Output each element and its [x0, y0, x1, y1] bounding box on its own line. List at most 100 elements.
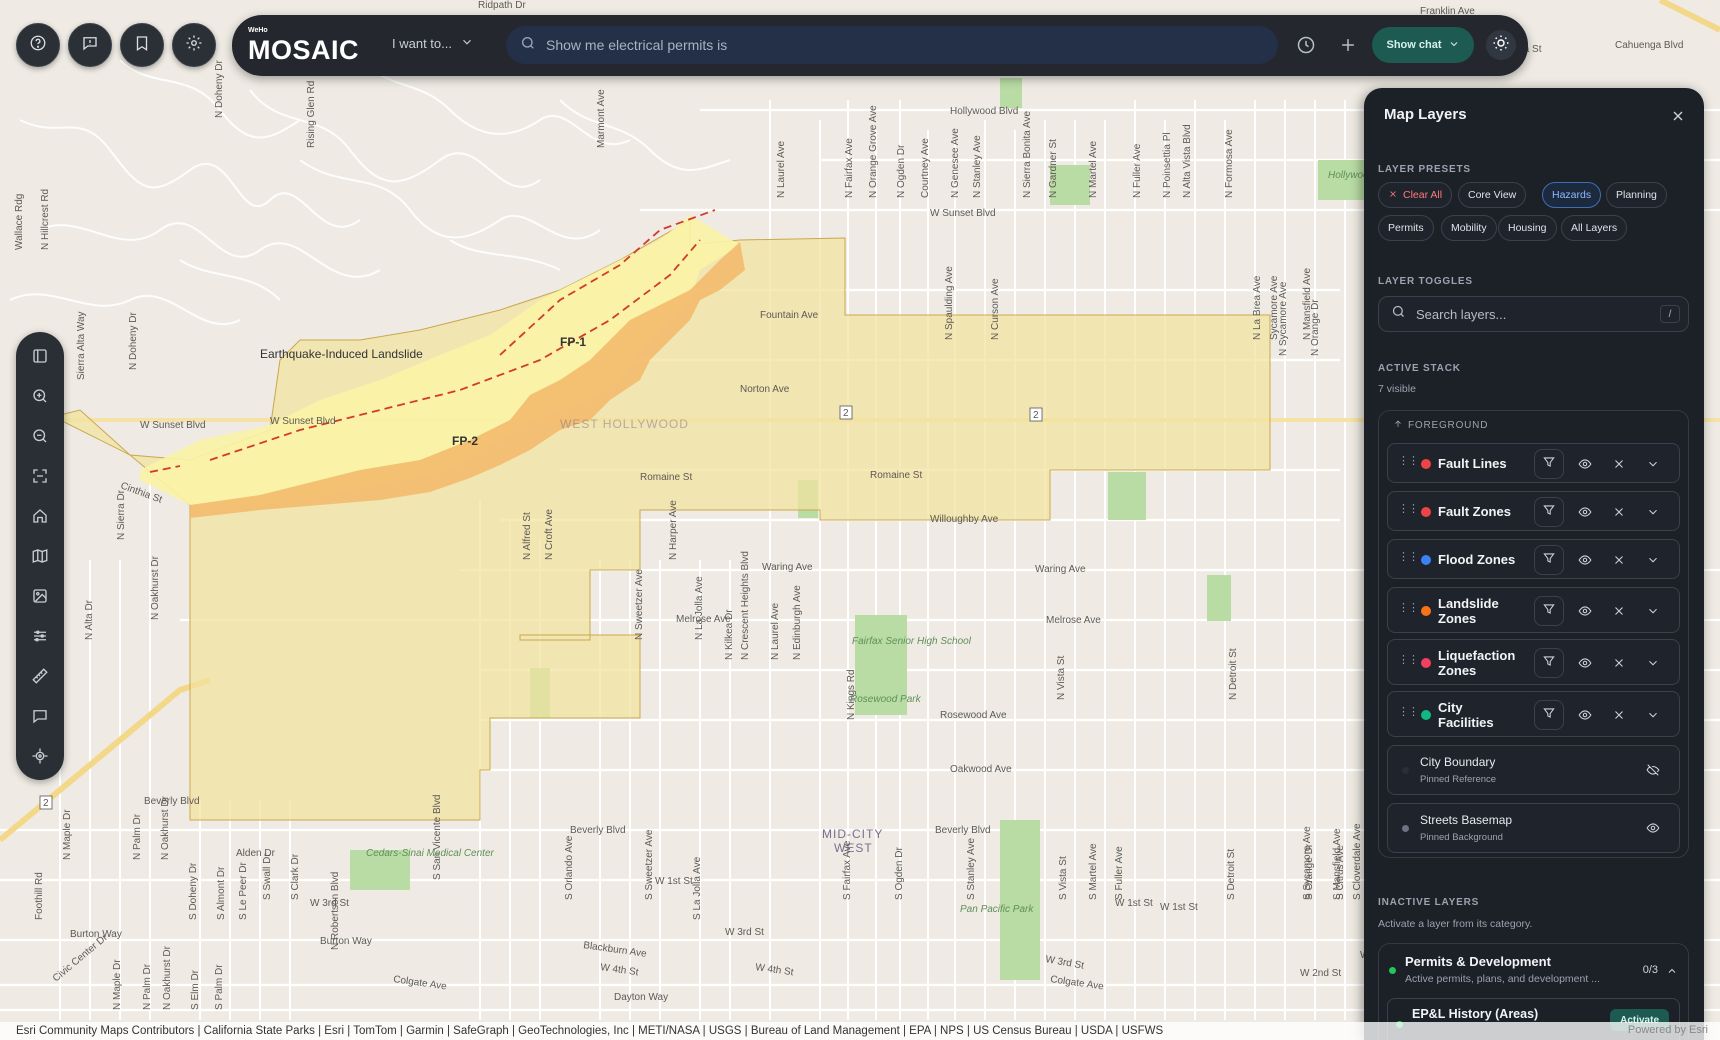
remove-layer-button[interactable]: [1612, 656, 1628, 672]
remove-layer-button[interactable]: [1612, 553, 1628, 569]
chevron-up-icon[interactable]: [1666, 964, 1678, 976]
preset-chip-core-view[interactable]: Core View: [1458, 182, 1527, 208]
visibility-toggle[interactable]: [1646, 821, 1662, 837]
expand-layer-button[interactable]: [1646, 553, 1662, 569]
remove-layer-button[interactable]: [1612, 604, 1628, 620]
filter-button[interactable]: [1534, 497, 1564, 527]
preset-chip-label: Permits: [1388, 222, 1424, 234]
new-button[interactable]: [1338, 35, 1358, 55]
filter-button[interactable]: [1534, 449, 1564, 479]
pinned-row-streets-basemap[interactable]: Streets Basemap Pinned Background: [1387, 803, 1680, 853]
filter-button[interactable]: [1534, 648, 1564, 678]
locate-button[interactable]: [28, 746, 52, 770]
drag-handle-icon[interactable]: ⋮⋮: [1398, 603, 1419, 620]
street-label: N Orange Grove Ave: [868, 105, 879, 198]
layer-row-fault-lines[interactable]: ⋮⋮ Fault Lines: [1387, 443, 1680, 483]
filter-button[interactable]: [1534, 545, 1564, 575]
theme-toggle-button[interactable]: [1486, 30, 1516, 60]
street-label: N Doheny Dr: [128, 312, 139, 370]
visibility-toggle[interactable]: [1578, 656, 1594, 672]
expand-layer-button[interactable]: [1646, 505, 1662, 521]
drag-handle-icon[interactable]: ⋮⋮: [1398, 456, 1419, 473]
search-bar[interactable]: [506, 26, 1278, 64]
layer-color-dot: [1421, 459, 1431, 469]
search-input[interactable]: [546, 37, 1226, 53]
chevron-down-icon: [460, 35, 474, 52]
chevron-down-icon: [1646, 458, 1660, 475]
street-label: N Ogden Dr: [896, 144, 907, 198]
settings-button[interactable]: [172, 23, 216, 67]
visibility-toggle[interactable]: [1578, 708, 1594, 724]
visibility-toggle[interactable]: [1578, 553, 1594, 569]
preset-chip-hazards[interactable]: Hazards: [1542, 182, 1602, 208]
history-button[interactable]: [1296, 35, 1316, 55]
layer-row-fault-zones[interactable]: ⋮⋮ Fault Zones: [1387, 491, 1680, 531]
street-label: N Formosa Ave: [1224, 129, 1235, 198]
close-panel-button[interactable]: [1670, 108, 1686, 124]
drag-handle-icon[interactable]: ⋮⋮: [1398, 707, 1419, 724]
street-label: N Genesee Ave: [950, 128, 961, 198]
preset-chip-clear-all[interactable]: Clear All: [1378, 182, 1453, 208]
place-label: Cedars-Sinai Medical Center: [366, 848, 495, 859]
layer-name: Liquefaction Zones: [1438, 648, 1516, 678]
street-label: W 1st St: [1160, 902, 1198, 913]
drag-handle-icon[interactable]: ⋮⋮: [1398, 504, 1419, 521]
adjust-button[interactable]: [28, 626, 52, 650]
measure-button[interactable]: [28, 666, 52, 690]
street-label: Waring Ave: [1035, 564, 1086, 575]
fullscreen-button[interactable]: [28, 466, 52, 490]
filter-button[interactable]: [1534, 700, 1564, 730]
preset-chip-permits[interactable]: Permits: [1378, 215, 1434, 241]
layer-row-landslide-zones[interactable]: ⋮⋮ Landslide Zones: [1387, 587, 1680, 633]
eye-off-icon: [1646, 764, 1660, 781]
feedback-button[interactable]: [68, 23, 112, 67]
close-icon: [1612, 657, 1626, 674]
visibility-toggle[interactable]: [1646, 763, 1662, 779]
zoom-in-button[interactable]: [28, 386, 52, 410]
preset-chip-housing[interactable]: Housing: [1498, 215, 1557, 241]
remove-layer-button[interactable]: [1612, 505, 1628, 521]
preset-chip-planning[interactable]: Planning: [1606, 182, 1667, 208]
visibility-toggle[interactable]: [1578, 604, 1594, 620]
bookmarks-button[interactable]: [120, 23, 164, 67]
gallery-button[interactable]: [28, 586, 52, 610]
comments-button[interactable]: [28, 706, 52, 730]
layer-search-input[interactable]: [1416, 306, 1646, 322]
show-chat-button[interactable]: Show chat: [1372, 27, 1474, 63]
chevron-down-icon: [1646, 657, 1660, 674]
expand-layer-button[interactable]: [1646, 457, 1662, 473]
basemap-button[interactable]: [28, 546, 52, 570]
preset-chip-mobility[interactable]: Mobility: [1441, 215, 1497, 241]
expand-layer-button[interactable]: [1646, 656, 1662, 672]
street-label: N Alta Dr: [84, 599, 95, 640]
remove-layer-button[interactable]: [1612, 457, 1628, 473]
layer-search-box[interactable]: /: [1378, 296, 1689, 332]
street-label: N Orange Dr: [1310, 299, 1321, 356]
preset-chip-all-layers[interactable]: All Layers: [1561, 215, 1628, 241]
app-logo[interactable]: WeHo MOSAIC: [248, 27, 360, 67]
home-button[interactable]: [28, 506, 52, 530]
layer-row-flood-zones[interactable]: ⋮⋮ Flood Zones: [1387, 539, 1680, 579]
eye-icon: [1578, 458, 1592, 475]
powered-by[interactable]: Powered by Esri: [1628, 1024, 1708, 1036]
layer-row-city-facilities[interactable]: ⋮⋮ City Facilities: [1387, 691, 1680, 737]
layer-color-dot: [1421, 710, 1431, 720]
street-label: W 2nd St: [1300, 968, 1341, 979]
drag-handle-icon[interactable]: ⋮⋮: [1398, 552, 1419, 569]
expand-layer-button[interactable]: [1646, 708, 1662, 724]
remove-layer-button[interactable]: [1612, 708, 1628, 724]
eye-icon: [1578, 554, 1592, 571]
expand-layer-button[interactable]: [1646, 604, 1662, 620]
drag-handle-icon[interactable]: ⋮⋮: [1398, 655, 1419, 672]
filter-button[interactable]: [1534, 596, 1564, 626]
help-button[interactable]: [16, 23, 60, 67]
pinned-row-city-boundary[interactable]: City Boundary Pinned Reference: [1387, 745, 1680, 795]
visibility-toggle[interactable]: [1578, 505, 1594, 521]
toggle-sidebar-button[interactable]: [28, 346, 52, 370]
layer-row-liquefaction-zones[interactable]: ⋮⋮ Liquefaction Zones: [1387, 639, 1680, 685]
zoom-out-button[interactable]: [28, 426, 52, 450]
visibility-toggle[interactable]: [1578, 457, 1594, 473]
i-want-to-dropdown[interactable]: I want to...: [392, 35, 474, 52]
street-label: S La Jolla Ave: [692, 856, 703, 920]
street-label: N Kilkea Dr: [724, 609, 735, 660]
